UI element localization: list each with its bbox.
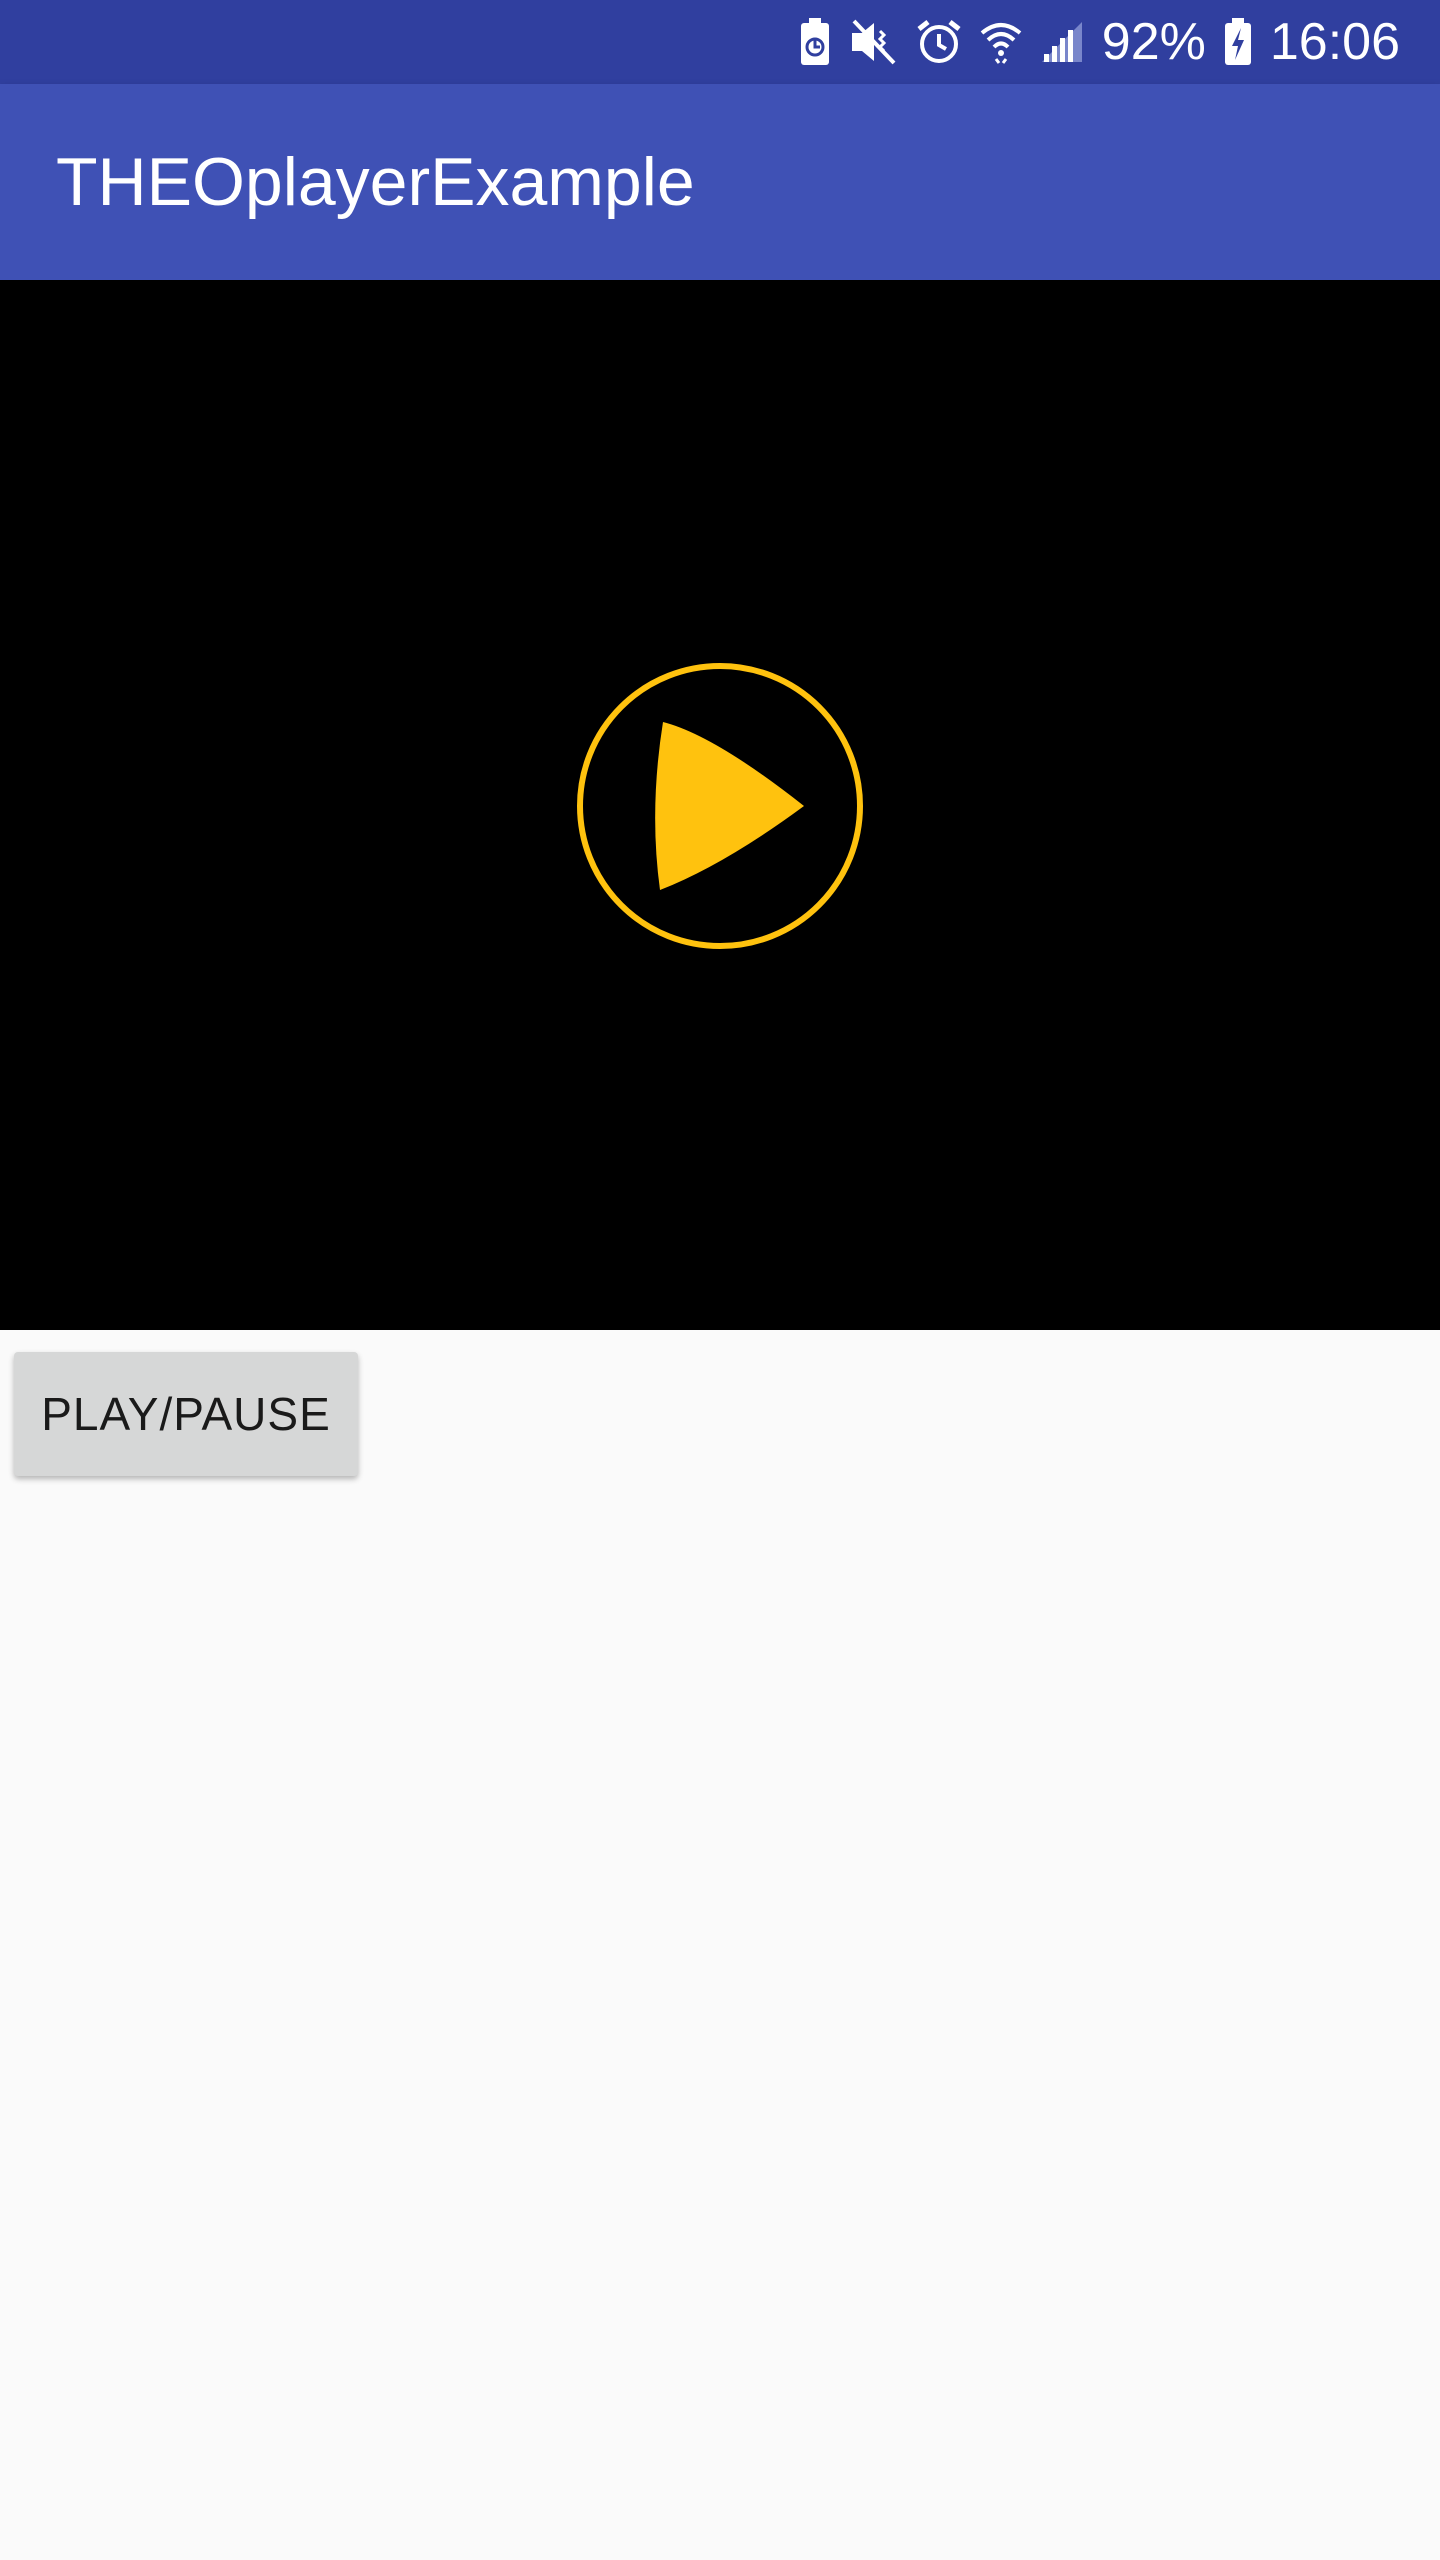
- alarm-icon: [916, 19, 962, 65]
- clock: 16:06: [1269, 13, 1400, 71]
- play-overlay-button[interactable]: [574, 660, 866, 952]
- status-icons: 92% 16:06: [800, 0, 1400, 84]
- wifi-icon: [980, 19, 1022, 65]
- play-pause-button[interactable]: PLAY/PAUSE: [14, 1352, 358, 1476]
- status-bar: 92% 16:06: [0, 0, 1440, 84]
- battery-percent: 92%: [1101, 13, 1206, 71]
- cell-signal-icon: [1040, 20, 1084, 64]
- mute-icon: [848, 19, 898, 65]
- battery-charging-icon: [1224, 18, 1252, 66]
- app-bar: THEOplayerExample: [0, 84, 1440, 280]
- video-player[interactable]: [0, 280, 1440, 1330]
- play-icon: [577, 663, 863, 949]
- battery-saver-icon: [800, 18, 830, 66]
- app-title: THEOplayerExample: [56, 144, 695, 220]
